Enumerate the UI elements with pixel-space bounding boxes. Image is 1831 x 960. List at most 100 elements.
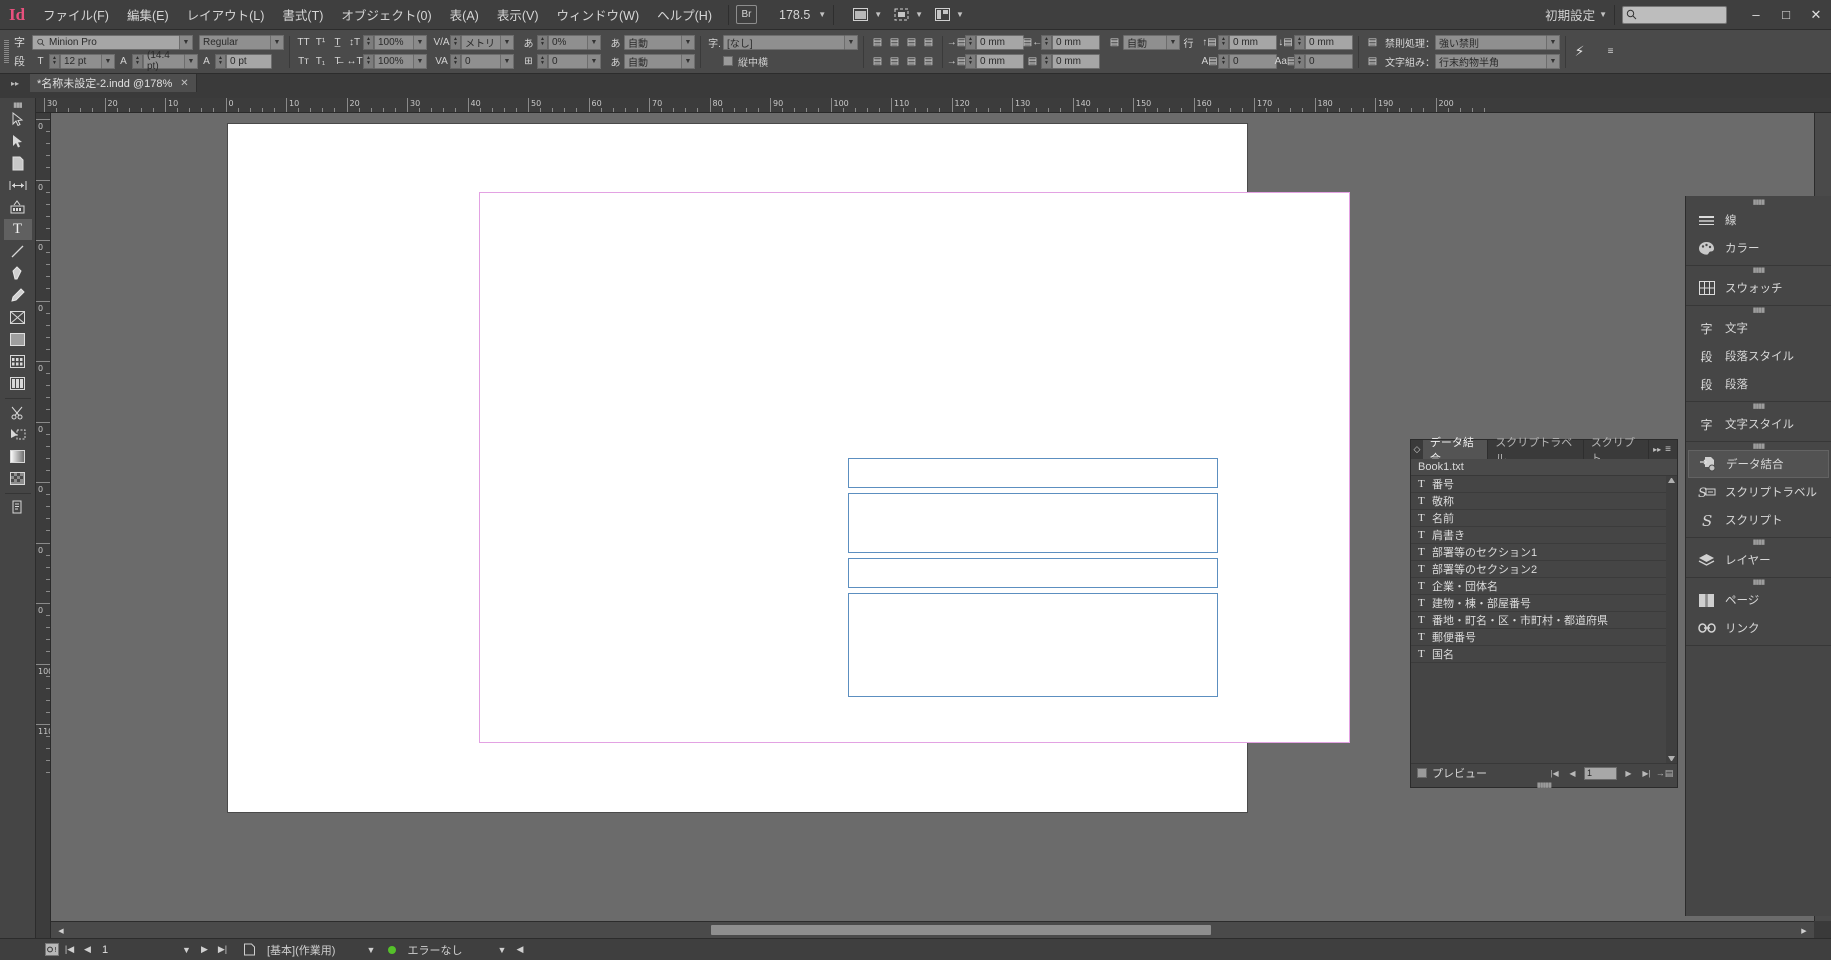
close-icon[interactable]: ✕ [180,78,188,89]
baseline-shift-input[interactable]: 0 pt [226,53,272,69]
page-tool[interactable] [4,153,32,174]
horizontal-scrollbar-thumb[interactable] [711,925,1211,935]
indent-left-stepper[interactable]: ▲ ▼ [965,34,976,50]
font-size-stepper[interactable]: ▲ ▼ [49,53,60,69]
screen-mode-control[interactable]: ▼ [841,6,882,23]
gap-tool[interactable] [4,175,32,196]
kerning-stepper[interactable]: ▲ ▼ [450,34,461,50]
master-page-label[interactable]: [基本](作業用) [267,942,335,958]
grid-tsume-stepper[interactable]: ▲ ▼ [537,53,548,69]
grid-auto-input[interactable]: 自動 [1123,34,1167,50]
text-frame-1[interactable] [848,458,1218,488]
arrange-documents-control[interactable]: ▼ [923,6,964,23]
font-style-input[interactable]: Regular [199,34,271,50]
fill-stroke-swatch[interactable] [4,446,32,467]
align-towards-spine-button[interactable]: ▤ [920,54,937,69]
drop-cap-chars-stepper[interactable]: ▲ ▼ [1294,53,1305,69]
space-before-stepper[interactable]: ▲ ▼ [1218,34,1229,50]
dock-group-grip[interactable]: ▮▮▮▮ [1686,266,1831,274]
text-frame-3[interactable] [848,558,1218,588]
preview-checkbox[interactable] [1417,768,1427,778]
char-style-dropdown[interactable]: ▼ [845,34,858,50]
panel-menu-icon[interactable]: ≡ [1665,444,1677,455]
free-transform-tool[interactable] [4,351,32,372]
control-panel-grip[interactable] [2,35,11,69]
zoom-level-control[interactable]: 178.5 ▼ [775,8,826,22]
font-size-dropdown[interactable]: ▼ [102,53,115,69]
shift-up-input[interactable]: 自動 [624,34,682,50]
tatechuyoko-checkbox[interactable] [723,56,733,66]
sidebar-item-data-merge[interactable]: データ結合 [1688,450,1829,478]
document-tab[interactable]: *名称未設定-2.indd @178% ✕ [30,74,197,92]
tab-script-label[interactable]: スクリプトラベル [1488,437,1584,465]
text-frame-4[interactable] [848,593,1218,697]
sidebar-item-character-styles[interactable]: 字 文字スタイル [1688,410,1829,438]
list-item[interactable]: T 国名 [1411,646,1677,663]
underline-button[interactable]: T̲ [329,35,346,50]
list-item[interactable]: T 郵便番号 [1411,629,1677,646]
leading-input[interactable]: (14.4 pt) [143,50,185,72]
scroll-left-icon[interactable]: ◀ [55,922,67,939]
dock-group-grip[interactable]: ▮▮▮▮ [1686,402,1831,410]
shift-down-input[interactable]: 自動 [624,53,682,69]
tracking-dropdown[interactable]: ▼ [501,53,514,69]
maximize-button[interactable]: □ [1771,4,1801,26]
space-after-input[interactable]: 0 mm [1305,34,1353,50]
superscript-button[interactable]: T¹ [312,35,329,50]
tsume-stepper[interactable]: ▲ ▼ [537,34,548,50]
sidebar-item-scripts[interactable]: S スクリプト [1688,506,1829,534]
data-merge-field-list[interactable]: T 番号 T 敬称 T 名前 T 肩書き T 部署等のセクション1 T 部署等の… [1411,476,1677,763]
tracking-stepper[interactable]: ▲ ▼ [450,53,461,69]
paragraph-format-button[interactable]: 段 [11,53,28,69]
sidebar-item-links[interactable]: リンク [1688,614,1829,642]
page-dropdown-icon[interactable]: ▼ [179,942,194,957]
status-expand-icon[interactable]: ◀ [512,942,527,957]
space-after-stepper[interactable]: ▲ ▼ [1294,34,1305,50]
next-page-button[interactable]: ▶ [197,942,212,957]
tracking-input[interactable]: 0 [461,53,501,69]
apply-none-tool[interactable] [4,468,32,489]
gradient-swatch-tool[interactable] [4,373,32,394]
subscript-button[interactable]: T₁ [312,54,329,69]
menu-window[interactable]: ウィンドウ(W) [548,1,649,28]
indent-first-input[interactable]: 0 mm [976,53,1024,69]
font-family-input[interactable]: Minion Pro [32,34,180,50]
text-frame-2[interactable] [848,493,1218,553]
grid-tsume-input[interactable]: 0 [548,53,588,69]
control-panel-menu-icon[interactable]: ≡ [1602,44,1619,59]
view-options-control[interactable]: ▼ [882,6,923,23]
workspace-switcher[interactable]: 初期設定 ▼ [1545,5,1607,24]
shift-down-dropdown[interactable]: ▼ [682,53,695,69]
drop-cap-lines-input[interactable]: 0 [1229,53,1277,69]
dock-group-grip[interactable]: ▮▮▮▮ [1686,578,1831,586]
kerning-input[interactable]: メトリ [461,34,501,50]
panel-resize-grip[interactable]: ▮▮▮▮▮ [1411,782,1677,789]
small-caps-button[interactable]: Tᴛ [295,54,312,69]
preflight-icon[interactable]: ! [44,942,59,957]
field-list-scrollbar[interactable] [1666,476,1677,763]
indent-left-input[interactable]: 0 mm [976,34,1024,50]
menu-table[interactable]: 表(A) [441,1,488,28]
align-right-button[interactable]: ▤ [903,35,920,50]
list-item[interactable]: T 肩書き [1411,527,1677,544]
horizontal-scrollbar[interactable]: ◀ ▶ [51,921,1814,938]
gradient-feather-tool[interactable] [4,424,32,445]
font-size-input[interactable]: 12 pt [60,53,102,69]
numbered-list-button[interactable]: ▤ [1364,54,1381,69]
tsume-input[interactable]: 0% [548,34,588,50]
first-page-button[interactable]: |◀ [62,942,77,957]
horizontal-ruler[interactable]: 30 20 10 0 10 20 30 40 50 60 70 80 90 100 110 120 130 140… [36,98,1831,113]
sidebar-item-stroke[interactable]: 線 [1688,206,1829,234]
space-before-input[interactable]: 0 mm [1229,34,1277,50]
menu-view[interactable]: 表示(V) [488,1,548,28]
dock-group-grip[interactable]: ▮▮▮▮ [1686,198,1831,206]
bridge-button[interactable]: Br [736,5,757,24]
first-record-button[interactable]: |◀ [1548,767,1561,780]
previous-page-button[interactable]: ◀ [80,942,95,957]
document-page[interactable] [479,192,1350,743]
pen-tool[interactable] [4,263,32,284]
type-tool[interactable]: T [3,219,32,240]
menu-file[interactable]: ファイル(F) [34,1,118,28]
record-number-input[interactable]: 1 [1584,766,1617,780]
strikethrough-button[interactable]: T̶ [329,54,346,69]
